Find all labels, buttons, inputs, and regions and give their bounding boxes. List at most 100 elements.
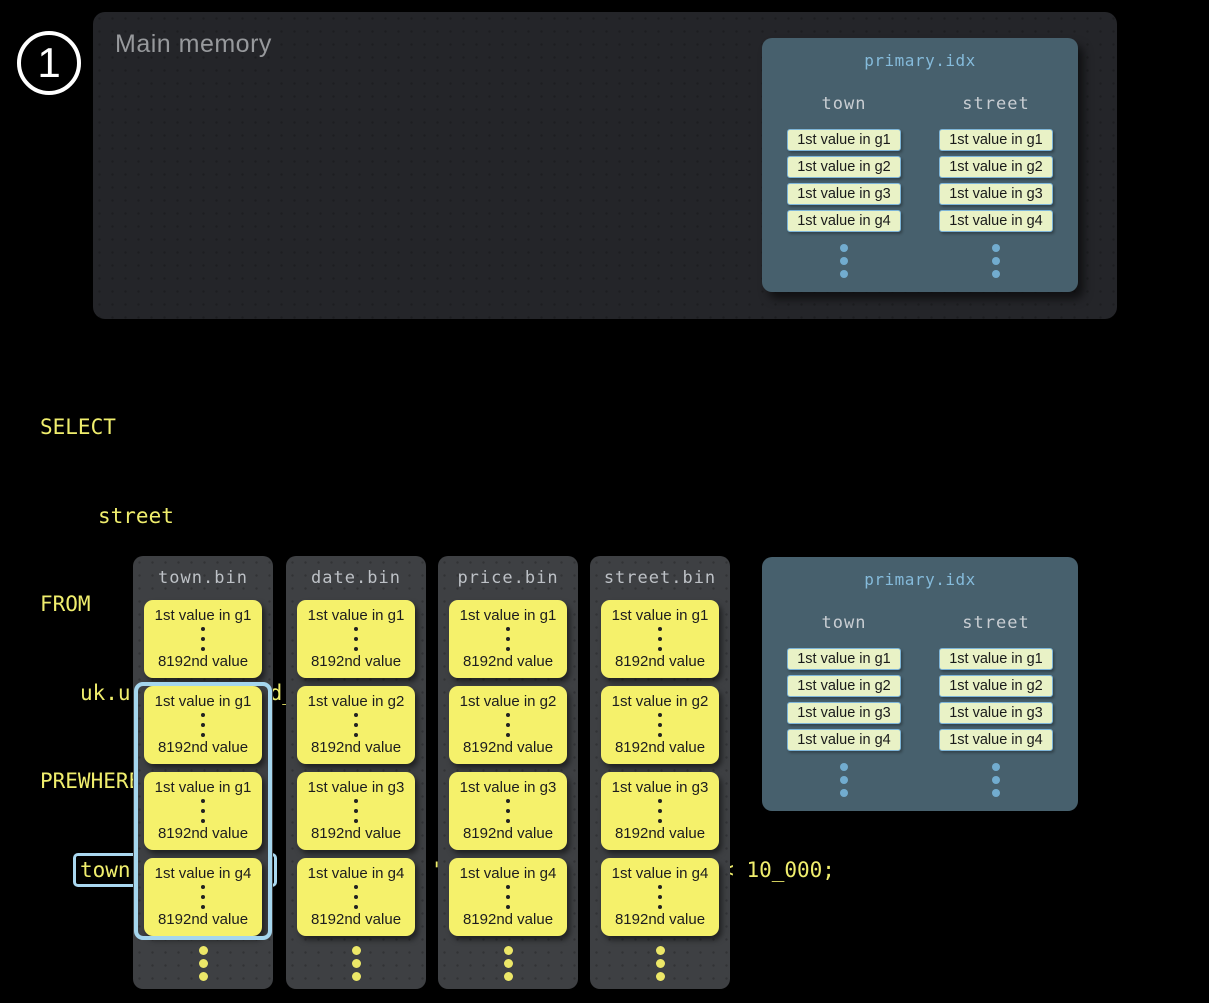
ellipsis-dots-icon [658,799,662,823]
index-column-header-street: street [962,613,1029,633]
ellipsis-dots-icon [840,244,848,278]
granule-block: 1st value in g4 8192nd value [601,858,719,936]
granule-last-value: 8192nd value [463,825,553,842]
ellipsis-dots-icon [133,946,273,981]
step-number-badge: 1 [17,31,81,95]
granule-block: 1st value in g1 8192nd value [297,600,415,678]
granule-first-value: 1st value in g2 [612,693,709,710]
primary-idx-columns: town 1st value in g1 1st value in g2 1st… [762,613,1078,797]
granule-first-value: 1st value in g2 [308,693,405,710]
index-column-street: street 1st value in g1 1st value in g2 1… [937,94,1055,278]
index-entry-chip: 1st value in g3 [787,702,901,724]
index-entry-chip: 1st value in g1 [787,129,901,151]
granule-last-value: 8192nd value [463,653,553,670]
granule-block: 1st value in g4 8192nd value [449,858,567,936]
granule-first-value: 1st value in g4 [308,865,405,882]
granule-block: 1st value in g2 8192nd value [601,686,719,764]
granule-last-value: 8192nd value [311,653,401,670]
index-entry-chip: 1st value in g1 [787,648,901,670]
granule-first-value: 1st value in g4 [460,865,557,882]
index-entry-chip: 1st value in g2 [787,156,901,178]
ellipsis-dots-icon [590,946,730,981]
index-entry-chip: 1st value in g2 [939,156,1053,178]
ellipsis-dots-icon [354,627,358,651]
main-memory-label: Main memory [115,30,272,59]
bin-file-street: street.bin 1st value in g1 8192nd value … [590,556,730,989]
ellipsis-dots-icon [354,713,358,737]
step-number: 1 [37,42,60,84]
index-entry-chip: 1st value in g3 [787,183,901,205]
granule-last-value: 8192nd value [311,739,401,756]
primary-idx-columns: town 1st value in g1 1st value in g2 1st… [762,94,1078,278]
bin-file-date: date.bin 1st value in g1 8192nd value 1s… [286,556,426,989]
index-entry-chip: 1st value in g1 [939,129,1053,151]
granule-last-value: 8192nd value [158,653,248,670]
granule-first-value: 1st value in g1 [612,607,709,624]
ellipsis-dots-icon [658,713,662,737]
ellipsis-dots-icon [201,627,205,651]
granule-block: 1st value in g1 8192nd value [601,600,719,678]
granule-block: 1st value in g3 8192nd value [449,772,567,850]
granule-block: 1st value in g3 8192nd value [601,772,719,850]
granule-last-value: 8192nd value [311,825,401,842]
index-entry-chip: 1st value in g3 [939,183,1053,205]
index-entry-chip: 1st value in g2 [787,675,901,697]
index-column-town: town 1st value in g1 1st value in g2 1st… [785,613,903,797]
granule-blocks: 1st value in g1 8192nd value 1st value i… [286,600,426,944]
granule-last-value: 8192nd value [311,911,401,928]
ellipsis-dots-icon [506,885,510,909]
ellipsis-dots-icon [506,713,510,737]
granule-block: 1st value in g3 8192nd value [297,772,415,850]
granule-first-value: 1st value in g3 [308,779,405,796]
index-entry-chip: 1st value in g4 [939,729,1053,751]
granule-last-value: 8192nd value [615,653,705,670]
granule-last-value: 8192nd value [463,739,553,756]
primary-idx-title: primary.idx [762,557,1078,589]
index-entry-chip: 1st value in g4 [787,729,901,751]
index-entry-chip: 1st value in g2 [939,675,1053,697]
granule-block: 1st value in g4 8192nd value [297,858,415,936]
ellipsis-dots-icon [354,799,358,823]
primary-idx-title: primary.idx [762,38,1078,70]
index-column-header-town: town [822,94,867,114]
primary-idx-box-memory: primary.idx town 1st value in g1 1st val… [762,38,1078,292]
ellipsis-dots-icon [840,763,848,797]
index-column-header-town: town [822,613,867,633]
bin-file-town: town.bin 1st value in g1 8192nd value 1s… [133,556,273,989]
sql-select-field: street [40,502,835,532]
granule-blocks: 1st value in g1 8192nd value 1st value i… [590,600,730,944]
ellipsis-dots-icon [992,244,1000,278]
primary-idx-box-disk: primary.idx town 1st value in g1 1st val… [762,557,1078,811]
index-column-street: street 1st value in g1 1st value in g2 1… [937,613,1055,797]
granule-block: 1st value in g2 8192nd value [297,686,415,764]
ellipsis-dots-icon [438,946,578,981]
bin-title: street.bin [590,556,730,588]
granule-last-value: 8192nd value [615,739,705,756]
granule-last-value: 8192nd value [615,825,705,842]
bin-title: date.bin [286,556,426,588]
ellipsis-dots-icon [354,885,358,909]
sql-select-keyword: SELECT [40,413,835,443]
selected-granules-highlight [134,682,272,940]
ellipsis-dots-icon [658,885,662,909]
granule-first-value: 1st value in g4 [612,865,709,882]
granule-block: 1st value in g1 8192nd value [449,600,567,678]
index-entry-chip: 1st value in g4 [939,210,1053,232]
index-column-town: town 1st value in g1 1st value in g2 1st… [785,94,903,278]
ellipsis-dots-icon [506,799,510,823]
bin-title: town.bin [133,556,273,588]
granule-first-value: 1st value in g1 [155,607,252,624]
granule-block: 1st value in g2 8192nd value [449,686,567,764]
granule-first-value: 1st value in g3 [460,779,557,796]
ellipsis-dots-icon [992,763,1000,797]
index-entry-chip: 1st value in g3 [939,702,1053,724]
granule-first-value: 1st value in g3 [612,779,709,796]
granule-block: 1st value in g1 8192nd value [144,600,262,678]
granule-first-value: 1st value in g1 [308,607,405,624]
index-column-header-street: street [962,94,1029,114]
granule-last-value: 8192nd value [463,911,553,928]
ellipsis-dots-icon [506,627,510,651]
bin-file-price: price.bin 1st value in g1 8192nd value 1… [438,556,578,989]
granule-first-value: 1st value in g2 [460,693,557,710]
bin-title: price.bin [438,556,578,588]
